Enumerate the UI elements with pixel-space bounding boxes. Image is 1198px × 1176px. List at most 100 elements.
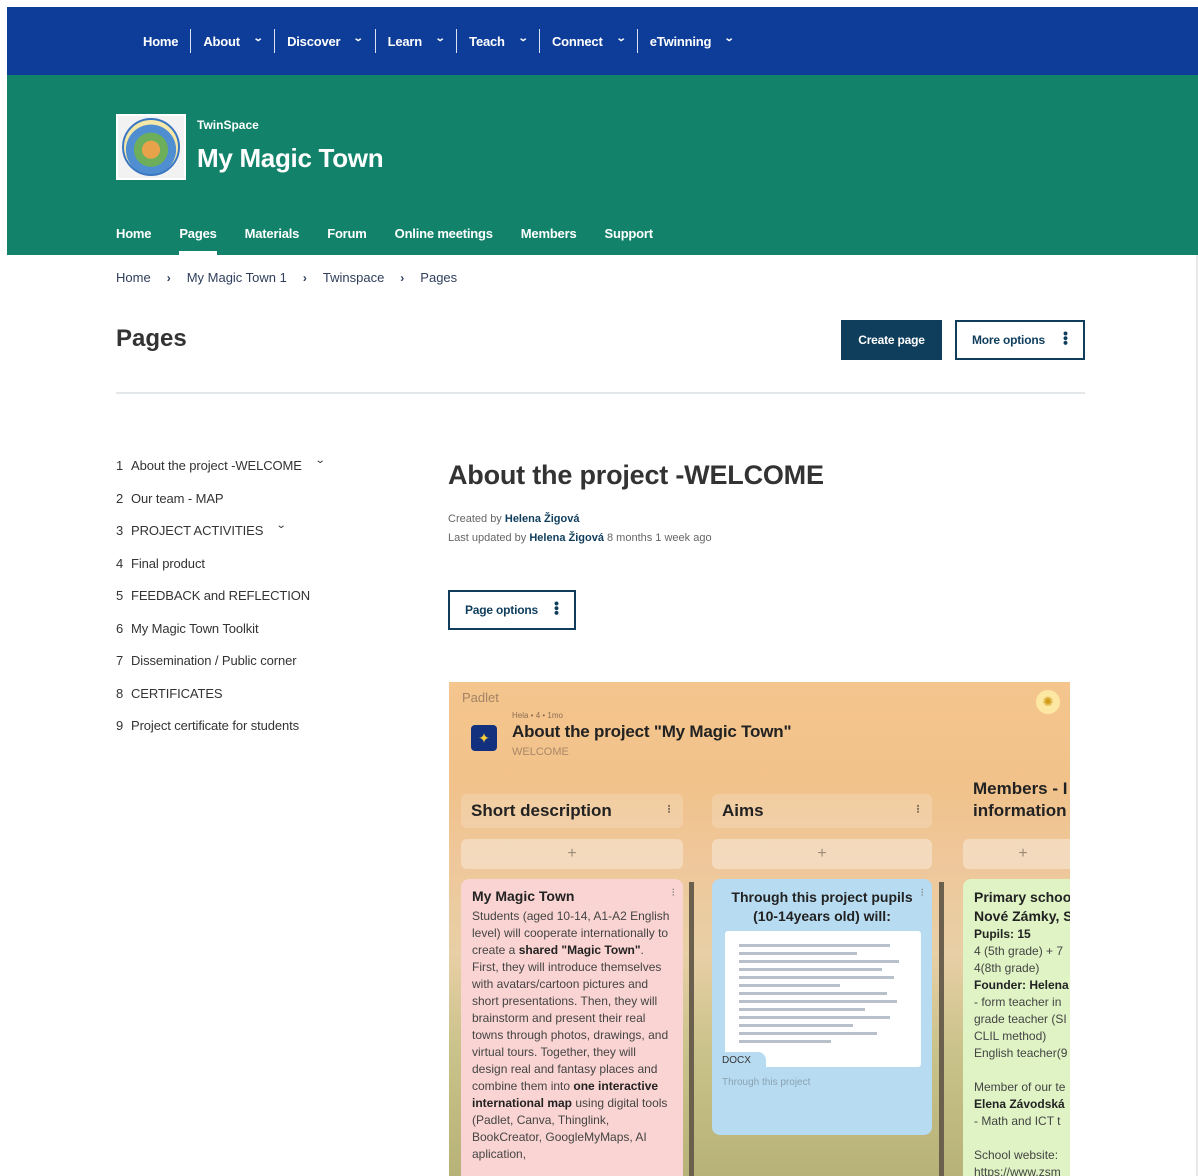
sidebar-item-2[interactable]: 2 Our team - MAP <box>116 491 416 524</box>
nav-separator <box>456 29 458 53</box>
breadcrumb-item[interactable]: Home <box>116 270 151 285</box>
tab-pages[interactable]: Pages <box>179 221 217 255</box>
topnav-label: Home <box>143 33 179 49</box>
updated-author-link[interactable]: Helena Žigová <box>529 532 604 544</box>
created-author-link[interactable]: Helena Žigová <box>505 513 580 525</box>
padlet-embed[interactable]: Padlet ✺ Hela • 4 • 1mo ✦ About the proj… <box>449 682 1070 1176</box>
tab-home[interactable]: Home <box>116 221 152 255</box>
padlet-subtitle: WELCOME <box>512 746 569 758</box>
breadcrumb-item[interactable]: Twinspace <box>323 270 384 285</box>
twinspace-tabs: Home Pages Materials Forum Online meetings Me… <box>116 221 681 255</box>
sidebar-item-8[interactable]: 8 CERTIFICATES <box>116 686 416 719</box>
add-post-button[interactable]: + <box>461 839 683 869</box>
post-menu-icon[interactable]: ⁝ <box>672 885 676 902</box>
attachment-caption: Through this project <box>722 1077 811 1088</box>
nav-separator <box>636 29 638 53</box>
sidebar-item-number: 6 <box>116 620 124 636</box>
tab-support[interactable]: Support <box>604 221 653 255</box>
add-post-button[interactable]: + <box>963 839 1070 869</box>
column-divider <box>939 882 944 1176</box>
post-card-aims[interactable]: ⁝ Through this project pupils (10-14year… <box>712 879 932 1135</box>
nav-separator <box>374 29 376 53</box>
header-divider <box>116 392 1085 394</box>
add-post-button[interactable]: + <box>712 839 932 869</box>
nav-separator <box>538 29 540 53</box>
content-title: About the project -WELCOME <box>448 460 824 490</box>
column-menu-icon[interactable]: ⁝ <box>916 802 920 816</box>
sidebar-item-1[interactable]: 1 About the project -WELCOME ⌄ <box>116 455 416 491</box>
tab-members[interactable]: Members <box>521 221 577 255</box>
project-logo[interactable] <box>116 114 186 180</box>
top-navigation: Home About ⌄ Discover ⌄ Learn ⌄ Teach ⌄ Connect ⌄ e… <box>7 7 1198 75</box>
create-page-button[interactable]: Create page <box>841 320 942 360</box>
sun-icon[interactable]: ✺ <box>1036 690 1060 714</box>
banner-subtitle: TwinSpace <box>197 118 259 132</box>
created-by: Created by Helena Žigová <box>448 513 579 525</box>
column-header-members[interactable]: Members - Iinformation <box>963 778 1070 820</box>
post-card-members[interactable]: Primary schoo Nové Zámky, S Pupils: 15 4 … <box>963 879 1070 1176</box>
banner-title: My Magic Town <box>197 143 384 173</box>
sidebar-item-label: About the project -WELCOME <box>131 458 302 473</box>
sidebar-item-number: 4 <box>116 555 124 571</box>
topnav-item-about[interactable]: About ⌄ <box>191 29 274 53</box>
page-options-button[interactable]: Page options ••• <box>448 590 576 630</box>
topnav-label: Teach <box>469 33 505 49</box>
more-options-button[interactable]: More options ••• <box>955 320 1085 360</box>
sidebar-item-label: FEEDBACK and REFLECTION <box>131 588 311 603</box>
tab-materials[interactable]: Materials <box>245 221 300 255</box>
topnav-label: About <box>203 33 240 49</box>
topnav-label: Connect <box>551 33 603 49</box>
tab-forum[interactable]: Forum <box>327 221 367 255</box>
column-divider <box>689 882 694 1176</box>
created-prefix: Created by <box>448 513 502 525</box>
page: { "topnav": { "items": [ {"label": "Home… <box>0 0 1198 1176</box>
column-header-short-description[interactable]: Short description ⁝ <box>461 794 683 828</box>
sidebar-item-3[interactable]: 3 PROJECT ACTIVITIES ⌄ <box>116 520 416 556</box>
updated-prefix: Last updated by <box>448 532 527 544</box>
chevron-down-icon[interactable]: ⌄ <box>276 520 287 531</box>
post-card-description[interactable]: ⁝ My Magic Town Students (aged 10-14, A1… <box>461 879 683 1176</box>
tab-online-meetings[interactable]: Online meetings <box>395 221 493 255</box>
column-header-aims[interactable]: Aims ⁝ <box>712 794 932 828</box>
page-options-label: Page options <box>465 603 538 617</box>
file-type-badge: DOCX <box>716 1052 766 1068</box>
breadcrumb-item[interactable]: My Magic Town 1 <box>187 270 287 285</box>
sidebar-item-label: PROJECT ACTIVITIES <box>131 523 264 538</box>
topnav-label: Discover <box>287 33 341 49</box>
sidebar-item-7[interactable]: 7 Dissemination / Public corner <box>116 653 416 686</box>
padlet-board-icon: ✦ <box>471 725 497 751</box>
chevron-down-icon[interactable]: ⌄ <box>315 455 326 466</box>
post-body: Pupils: 15 4 (5th grade) + 7 4(8th grade… <box>974 927 1069 1176</box>
topnav-item-learn[interactable]: Learn ⌄ <box>376 29 457 53</box>
sidebar-item-9[interactable]: 9 Project certificate for students <box>116 718 416 751</box>
column-title: Aims <box>722 801 764 820</box>
topnav-item-etwinning[interactable]: eTwinning ⌄ <box>638 29 746 53</box>
document-preview[interactable] <box>725 931 921 1067</box>
kebab-icon: ••• <box>1058 331 1074 346</box>
last-updated: Last updated by Helena Žigová 8 months 1… <box>448 532 712 544</box>
topnav-item-home[interactable]: Home <box>131 29 190 53</box>
sidebar-item-4[interactable]: 4 Final product <box>116 556 416 589</box>
sidebar-item-number: 3 <box>116 523 124 538</box>
column-title: Members - Iinformation <box>973 779 1068 820</box>
nav-separator <box>274 29 276 53</box>
twinspace-banner: TwinSpace My Magic Town Home Pages Materia… <box>7 75 1198 255</box>
post-title: Primary schoo Nové Zámky, S <box>974 889 1070 924</box>
column-menu-icon[interactable]: ⁝ <box>667 802 671 816</box>
padlet-meta: Hela • 4 • 1mo <box>512 711 563 720</box>
topnav-item-teach[interactable]: Teach ⌄ <box>457 29 539 53</box>
post-menu-icon[interactable]: ⁝ <box>921 885 925 902</box>
sidebar-item-6[interactable]: 6 My Magic Town Toolkit <box>116 621 416 654</box>
chevron-down-icon: ⌄ <box>517 32 529 44</box>
post-body: Students (aged 10-14, A1-A2 English leve… <box>472 909 670 1161</box>
topnav-item-discover[interactable]: Discover ⌄ <box>275 29 375 53</box>
sidebar-item-5[interactable]: 5 FEEDBACK and REFLECTION <box>116 588 416 621</box>
kebab-icon: ••• <box>549 601 565 616</box>
chevron-right-icon: › <box>166 270 171 285</box>
sidebar-item-label: Dissemination / Public corner <box>131 653 297 668</box>
padlet-brand: Padlet <box>462 690 499 705</box>
sidebar-item-number: 2 <box>116 490 124 506</box>
sidebar-item-label: CERTIFICATES <box>131 685 223 701</box>
topnav-item-connect[interactable]: Connect ⌄ <box>540 29 637 53</box>
nav-separator <box>190 29 192 53</box>
